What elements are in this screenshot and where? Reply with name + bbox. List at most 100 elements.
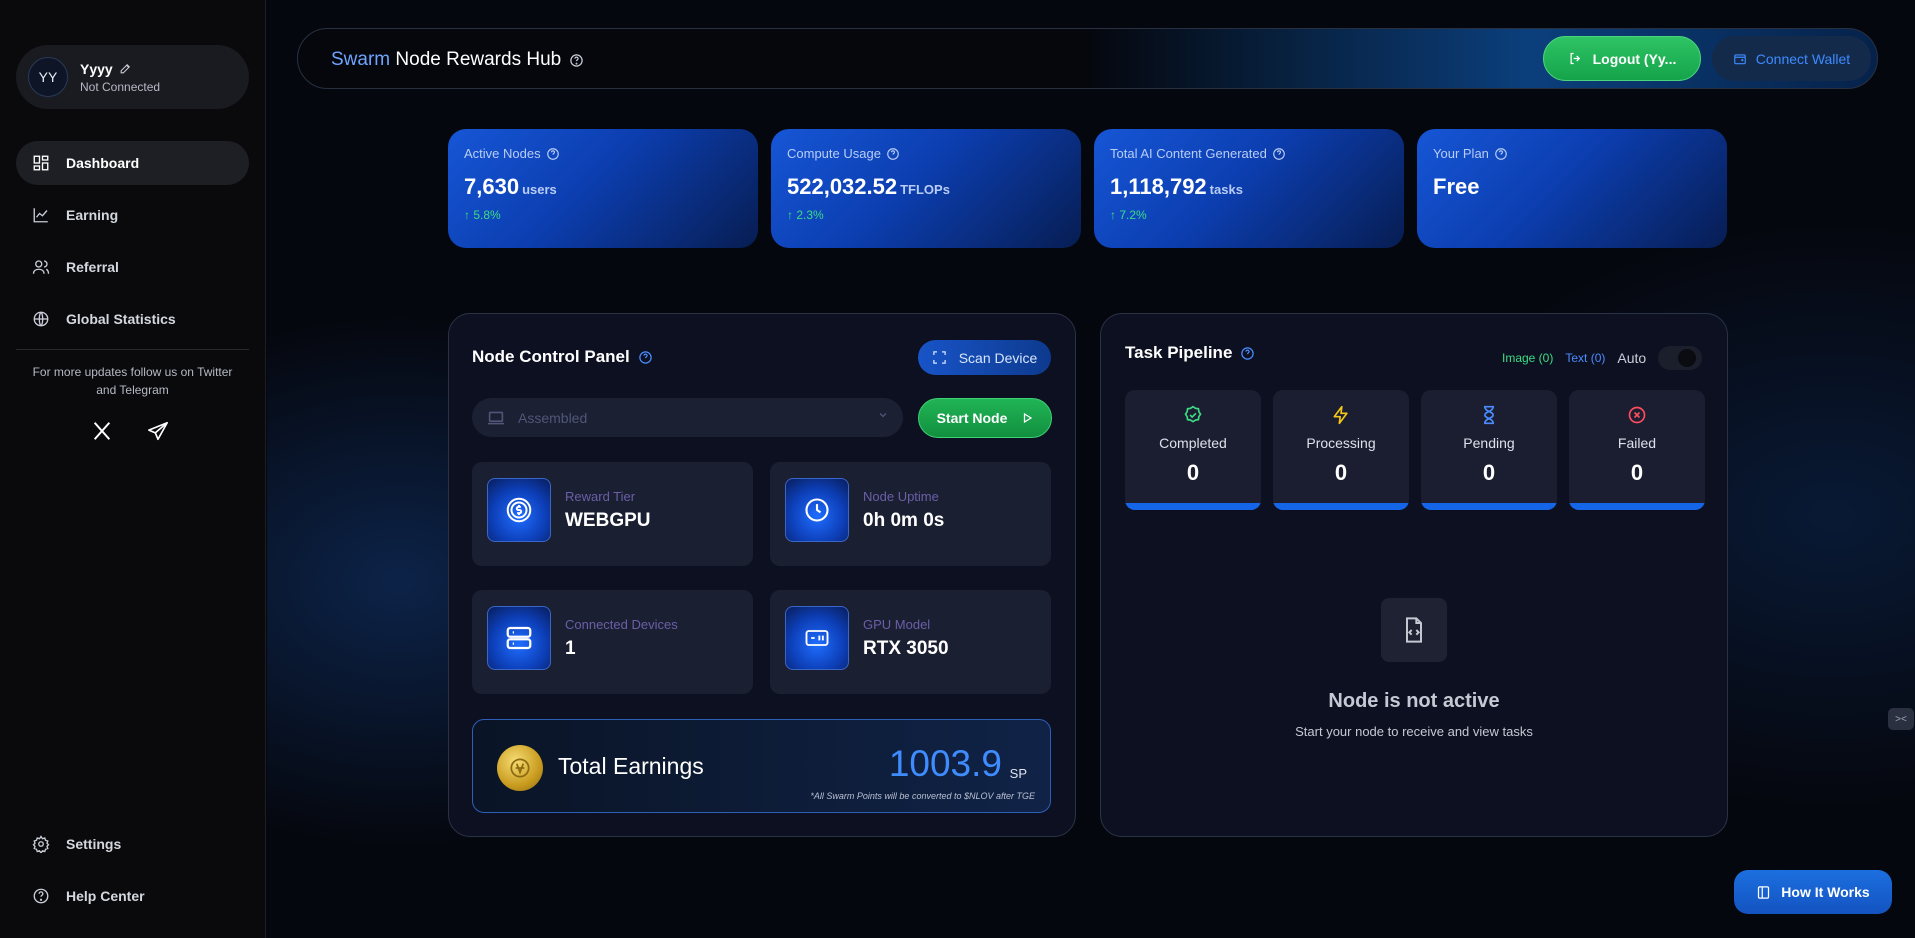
help-icon[interactable]	[569, 53, 584, 68]
telegram-icon[interactable]	[146, 419, 170, 443]
info-value: 1	[565, 638, 576, 659]
how-it-works-label: How It Works	[1781, 884, 1870, 900]
sidebar-nav: Dashboard Earning Referral Global Statis…	[16, 141, 249, 349]
info-value: RTX 3050	[863, 638, 949, 659]
node-uptime-card: Node Uptime 0h 0m 0s	[770, 462, 1051, 566]
sidebar-item-referral[interactable]: Referral	[16, 245, 249, 289]
sidebar-item-label: Settings	[66, 836, 122, 852]
filter-text[interactable]: Text (0)	[1565, 351, 1605, 365]
code-file-icon	[1381, 598, 1447, 662]
task-card-completed: Completed 0	[1125, 390, 1261, 510]
help-icon[interactable]	[1240, 346, 1255, 361]
lightning-icon	[1273, 405, 1409, 425]
task-card-bar	[1569, 503, 1705, 510]
book-icon	[1756, 885, 1771, 900]
stat-label: Total AI Content Generated	[1110, 146, 1267, 161]
how-it-works-button[interactable]: How It Works	[1734, 870, 1892, 914]
page-title: Swarm Node Rewards Hub	[331, 49, 584, 71]
total-earnings-unit: SP	[1009, 766, 1027, 781]
sidebar-item-label: Global Statistics	[66, 311, 176, 327]
help-icon[interactable]	[1494, 147, 1508, 161]
sidebar-item-help-center[interactable]: Help Center	[16, 874, 249, 918]
stat-value: 522,032.52	[787, 174, 898, 199]
scan-icon	[932, 350, 947, 365]
auto-toggle[interactable]	[1658, 346, 1703, 370]
top-bar: Swarm Node Rewards Hub Logout (Yy... Con…	[297, 28, 1878, 89]
stat-label-row: Your Plan	[1433, 146, 1711, 161]
sidebar-item-dashboard[interactable]: Dashboard	[16, 141, 249, 185]
empty-state-subtitle: Start your node to receive and view task…	[1295, 724, 1533, 739]
stat-card-your-plan: Your Plan Free	[1417, 129, 1727, 248]
stat-value-row: 7,630 users	[464, 174, 742, 200]
profile-name: Yyyy	[80, 60, 113, 77]
sidebar-item-earning[interactable]: Earning	[16, 193, 249, 237]
help-icon[interactable]	[546, 147, 560, 161]
sidebar-divider	[16, 349, 249, 350]
pipeline-filters: Image (0) Text (0) Auto	[1502, 346, 1703, 370]
connection-status: Not Connected	[80, 79, 161, 94]
gpu-icon	[785, 606, 849, 670]
filter-image[interactable]: Image (0)	[1502, 351, 1553, 365]
total-earnings-value: 1003.9	[888, 743, 1002, 784]
info-label: GPU Model	[863, 617, 931, 632]
help-icon	[31, 886, 51, 906]
info-label: Connected Devices	[565, 617, 678, 632]
device-select-value: Assembled	[518, 409, 588, 426]
laptop-icon	[486, 410, 506, 426]
hourglass-icon	[1421, 405, 1557, 425]
auto-label: Auto	[1617, 350, 1647, 366]
help-icon[interactable]	[886, 147, 900, 161]
x-circle-icon	[1569, 405, 1705, 425]
coin-dollar-icon	[487, 478, 551, 542]
clock-icon	[785, 478, 849, 542]
task-pipeline-panel: Task Pipeline Image (0) Text (0) Auto Co…	[1100, 313, 1728, 837]
social-links	[90, 419, 170, 443]
side-panel-handle-icon[interactable]: ><	[1888, 708, 1914, 730]
logout-button[interactable]: Logout (Yy...	[1543, 36, 1701, 81]
sidebar-item-settings[interactable]: Settings	[16, 822, 249, 866]
panel-title-row: Task Pipeline	[1125, 343, 1255, 363]
stat-change: ↑ 2.3%	[787, 208, 824, 222]
stat-label: Your Plan	[1433, 146, 1489, 161]
task-card-pending: Pending 0	[1421, 390, 1557, 510]
scan-label: Scan Device	[958, 349, 1038, 366]
device-select[interactable]: Assembled	[472, 398, 903, 437]
edit-pencil-icon[interactable]	[119, 62, 132, 75]
task-count: 0	[1334, 460, 1348, 485]
profile-name-row: Yyyy	[80, 61, 160, 77]
sidebar-item-label: Earning	[66, 207, 119, 223]
start-node-label: Start Node	[936, 410, 1008, 426]
sidebar-item-label: Help Center	[66, 888, 145, 904]
scan-device-button[interactable]: Scan Device	[918, 340, 1051, 375]
chevron-down-icon	[877, 409, 889, 421]
info-value: 0h 0m 0s	[863, 510, 945, 531]
help-icon[interactable]	[638, 350, 653, 365]
task-card-processing: Processing 0	[1273, 390, 1409, 510]
gpu-model-card: GPU Model RTX 3050	[770, 590, 1051, 694]
title-accent: Swarm	[331, 49, 391, 70]
check-badge-icon	[1125, 405, 1261, 425]
total-earnings-card: Total Earnings 1003.9 SP *All Swarm Poin…	[472, 719, 1051, 813]
sidebar-item-label: Referral	[66, 259, 119, 275]
title-rest: Node Rewards Hub	[395, 49, 562, 70]
reward-tier-card: Reward Tier WEBGPU	[472, 462, 753, 566]
profile-text: Yyyy Not Connected	[80, 61, 160, 94]
profile-card[interactable]: YY Yyyy Not Connected	[16, 45, 249, 109]
panel-title-row: Node Control Panel	[472, 347, 653, 367]
chart-line-icon	[31, 205, 51, 225]
help-icon[interactable]	[1272, 147, 1286, 161]
sidebar-item-label: Dashboard	[66, 155, 140, 171]
logout-label: Logout (Yy...	[1592, 50, 1677, 67]
stat-value: Free	[1433, 174, 1480, 199]
follow-text: For more updates follow us on Twitter an…	[32, 365, 233, 397]
sidebar-item-global-statistics[interactable]: Global Statistics	[16, 297, 249, 341]
stat-label: Active Nodes	[464, 146, 541, 161]
sidebar: YY Yyyy Not Connected Dashboard Earning	[0, 0, 266, 938]
x-twitter-icon[interactable]	[90, 419, 114, 443]
connect-wallet-button[interactable]: Connect Wallet	[1712, 36, 1871, 81]
earnings-footnote: *All Swarm Points will be converted to $…	[810, 791, 1035, 801]
globe-icon	[31, 309, 51, 329]
task-label: Failed	[1617, 435, 1657, 451]
start-node-button[interactable]: Start Node	[918, 398, 1052, 438]
stat-value: 7,630	[464, 174, 520, 199]
